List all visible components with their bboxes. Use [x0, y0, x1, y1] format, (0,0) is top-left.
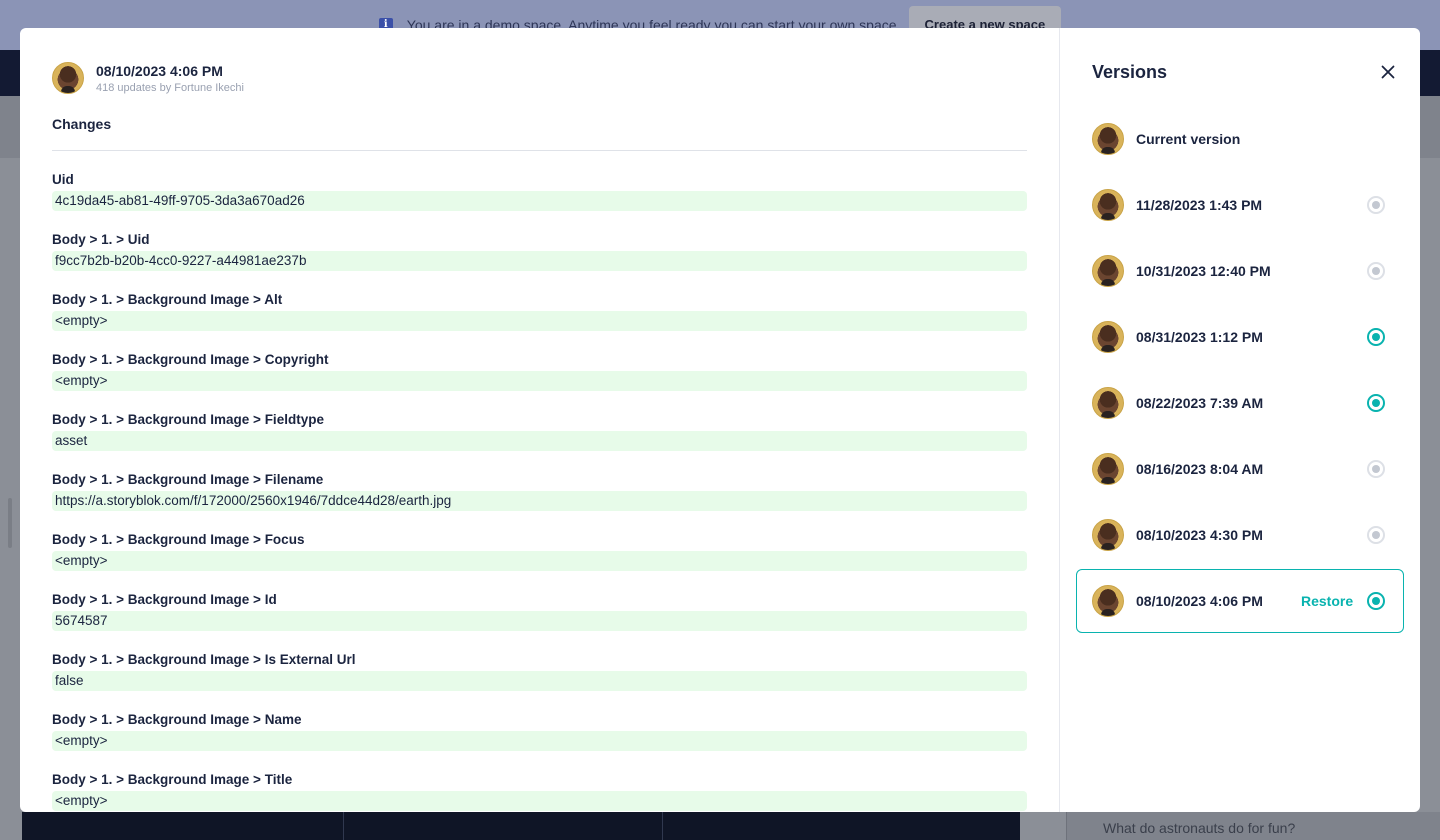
compare-radio-checked[interactable]: [1367, 328, 1385, 346]
change-field-label: Body > 1. > Background Image > Copyright: [52, 352, 329, 367]
avatar: [1092, 189, 1124, 221]
radio-dot: [1372, 531, 1380, 539]
version-label: 11/28/2023 1:43 PM: [1136, 197, 1263, 213]
change-field: Body > 1. > Background Image > Focus <emp…: [52, 530, 1027, 590]
version-item[interactable]: 08/22/2023 7:39 AM: [1076, 371, 1404, 435]
change-field: Body > 1. > Background Image > Alt <empty…: [52, 290, 1027, 350]
change-field: Body > 1. > Background Image > Filename h…: [52, 470, 1027, 530]
version-item[interactable]: 08/10/2023 4:06 PM Restore: [1076, 569, 1404, 633]
changes-title: Changes: [52, 116, 112, 132]
version-list: Current version 11/28/2023 1:43 PM 10/31/2…: [1076, 107, 1404, 635]
version-item[interactable]: 08/10/2023 4:30 PM: [1076, 503, 1404, 567]
version-label: 08/10/2023 4:30 PM: [1136, 527, 1263, 543]
compare-radio-checked[interactable]: [1367, 394, 1385, 412]
compare-radio[interactable]: [1367, 526, 1385, 544]
change-field-label: Body > 1. > Background Image > Title: [52, 772, 293, 787]
avatar: [1092, 453, 1124, 485]
change-field-value: <empty>: [52, 371, 1027, 391]
change-field-value: false: [52, 671, 1027, 691]
change-field-value: <empty>: [52, 311, 1027, 331]
radio-dot: [1372, 201, 1380, 209]
avatar: [1092, 321, 1124, 353]
current-version-item[interactable]: Current version: [1076, 107, 1404, 171]
version-date: 08/10/2023 4:06 PM: [96, 62, 223, 79]
version-item[interactable]: 11/28/2023 1:43 PM: [1076, 173, 1404, 237]
changes-pane: 08/10/2023 4:06 PM 418 updates by Fortun…: [20, 28, 1059, 812]
avatar: [1092, 123, 1124, 155]
version-label: Current version: [1136, 131, 1241, 147]
versions-title: Versions: [1092, 62, 1168, 82]
close-button[interactable]: [1376, 60, 1400, 84]
radio-dot: [1372, 267, 1380, 275]
avatar: [1092, 255, 1124, 287]
avatar: [1092, 387, 1124, 419]
version-item[interactable]: 10/31/2023 12:40 PM: [1076, 239, 1404, 303]
version-subtitle: 418 updates by Fortune Ikechi: [96, 81, 244, 94]
radio-dot: [1372, 333, 1380, 341]
compare-radio[interactable]: [1367, 196, 1385, 214]
change-field-value: https://a.storyblok.com/f/172000/2560x19…: [52, 491, 1027, 511]
change-field-label: Body > 1. > Background Image > Is Extern…: [52, 652, 356, 667]
preview-bottom-bar: [22, 812, 1020, 840]
compare-radio[interactable]: [1367, 460, 1385, 478]
change-field-label: Body > 1. > Background Image > Alt: [52, 292, 283, 307]
change-field: Uid 4c19da45-ab81-49ff-9705-3da3a670ad26: [52, 170, 1027, 230]
change-field-value: asset: [52, 431, 1027, 451]
change-field-label: Body > 1. > Background Image > Fieldtype: [52, 412, 324, 427]
change-field-value: 5674587: [52, 611, 1027, 631]
change-field: Body > 1. > Background Image > Fieldtype…: [52, 410, 1027, 470]
change-field-label: Body > 1. > Background Image > Name: [52, 712, 302, 727]
change-field-label: Body > 1. > Background Image > Filename: [52, 472, 324, 487]
avatar: [1092, 585, 1124, 617]
version-label: 08/22/2023 7:39 AM: [1136, 395, 1264, 411]
change-field-label: Uid: [52, 172, 74, 187]
version-label: 08/16/2023 8:04 AM: [1136, 461, 1264, 477]
radio-dot: [1372, 465, 1380, 473]
change-field: Body > 1. > Background Image > Name <empt…: [52, 710, 1027, 770]
compare-radio[interactable]: [1367, 262, 1385, 280]
restore-button[interactable]: Restore: [1301, 593, 1353, 609]
change-field-label: Body > 1. > Background Image > Id: [52, 592, 277, 607]
avatar: [52, 62, 84, 94]
change-field-label: Body > 1. > Uid: [52, 232, 150, 247]
version-item[interactable]: 08/16/2023 8:04 AM: [1076, 437, 1404, 501]
change-field: Body > 1. > Uid f9cc7b2b-b20b-4cc0-9227-a…: [52, 230, 1027, 290]
radio-dot: [1372, 399, 1380, 407]
change-field-value: <empty>: [52, 791, 1027, 811]
editor-field-text: What do astronauts do for fun?: [1103, 820, 1296, 836]
resize-handle: [8, 498, 12, 548]
version-label: 10/31/2023 12:40 PM: [1136, 263, 1271, 279]
version-label: 08/10/2023 4:06 PM: [1136, 593, 1263, 609]
divider: [343, 812, 344, 840]
version-item[interactable]: 08/31/2023 1:12 PM: [1076, 305, 1404, 369]
change-field-value: <empty>: [52, 551, 1027, 571]
compare-radio-checked[interactable]: [1367, 592, 1385, 610]
divider: [662, 812, 663, 840]
change-field-value: 4c19da45-ab81-49ff-9705-3da3a670ad26: [52, 191, 1027, 211]
radio-dot: [1372, 597, 1380, 605]
avatar: [1092, 519, 1124, 551]
divider: [52, 150, 1027, 151]
change-field: Body > 1. > Background Image > Title <emp…: [52, 770, 1027, 812]
versions-modal: 08/10/2023 4:06 PM 418 updates by Fortun…: [20, 28, 1420, 812]
version-header: 08/10/2023 4:06 PM 418 updates by Fortun…: [52, 62, 244, 94]
change-field-value: f9cc7b2b-b20b-4cc0-9227-a44981ae237b: [52, 251, 1027, 271]
versions-pane: Versions Current version 11/28/2023 1:43 …: [1059, 28, 1420, 812]
change-field: Body > 1. > Background Image > Copyright…: [52, 350, 1027, 410]
changes-list: Uid 4c19da45-ab81-49ff-9705-3da3a670ad26 B…: [52, 170, 1027, 812]
version-label: 08/31/2023 1:12 PM: [1136, 329, 1263, 345]
change-field: Body > 1. > Background Image > Id 5674587: [52, 590, 1027, 650]
change-field: Body > 1. > Background Image > Is Extern…: [52, 650, 1027, 710]
change-field-value: <empty>: [52, 731, 1027, 751]
close-icon: [1381, 65, 1395, 79]
change-field-label: Body > 1. > Background Image > Focus: [52, 532, 305, 547]
